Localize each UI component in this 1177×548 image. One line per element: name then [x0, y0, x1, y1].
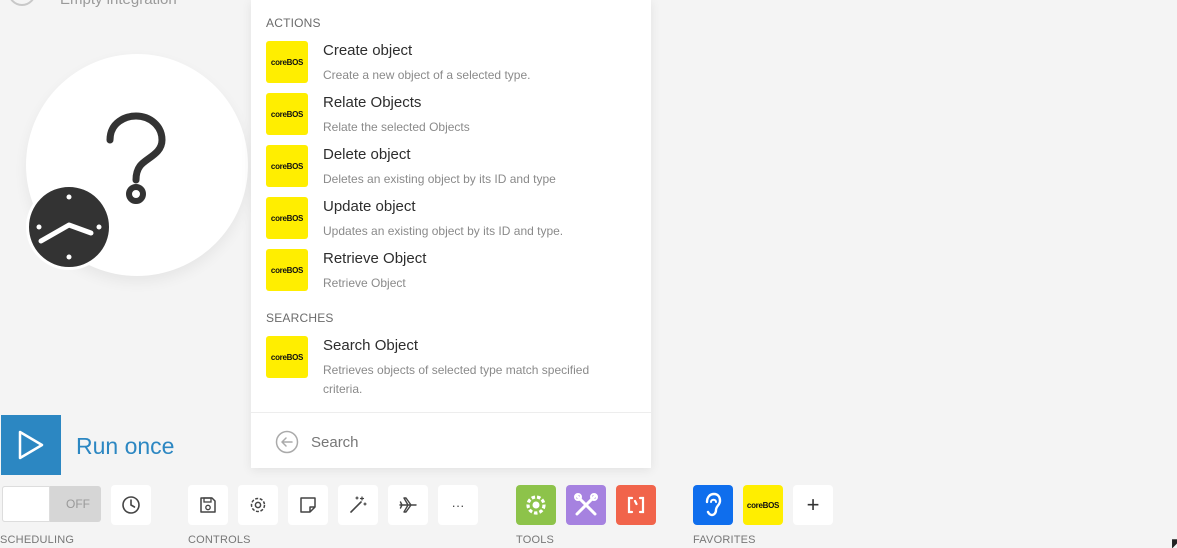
webhooks-button[interactable] [693, 485, 733, 525]
item-title: Create object [323, 42, 413, 59]
item-title: Delete object [323, 146, 411, 163]
corebos-logo: coreBOS [266, 41, 308, 83]
tools-icon [574, 493, 598, 516]
scenario-settings-button[interactable] [238, 485, 278, 525]
module-picker: ACTIONS coreBOS Create object Create a n… [251, 0, 651, 468]
tools-label: TOOLS [516, 534, 555, 546]
item-desc: Retrieve Object [323, 276, 406, 290]
item-title: Retrieve Object [323, 250, 427, 267]
text-parser-button[interactable] [616, 485, 656, 525]
action-update-object[interactable]: coreBOS Update object Updates an existin… [266, 196, 636, 248]
search-search-object[interactable]: coreBOS Search Object Retrieves objects … [266, 335, 636, 401]
favorites-label: FAVORITES [693, 534, 756, 546]
controls-label: CONTROLS [188, 534, 251, 546]
action-create-object[interactable]: coreBOS Create object Create a new objec… [266, 40, 636, 92]
ear-icon [705, 492, 722, 517]
more-icon: ··· [451, 497, 465, 513]
section-title-searches: SEARCHES [266, 311, 334, 325]
corebos-favorite-button[interactable]: coreBOS [743, 485, 783, 525]
magic-wand-icon [350, 496, 367, 513]
corebos-logo: coreBOS [746, 500, 780, 510]
corebos-logo: coreBOS [266, 336, 308, 378]
play-icon [18, 430, 44, 460]
save-icon [200, 497, 216, 513]
action-delete-object[interactable]: coreBOS Delete object Deletes an existin… [266, 144, 636, 196]
scenario-icon [8, 0, 36, 6]
airplane-icon [399, 497, 417, 513]
run-once-button[interactable] [1, 415, 61, 475]
item-desc: Retrieves objects of selected type match… [323, 363, 590, 396]
auto-align-button[interactable] [338, 485, 378, 525]
action-relate-objects[interactable]: coreBOS Relate Objects Relate the select… [266, 92, 636, 144]
arrow-left-circle-icon[interactable] [275, 430, 299, 454]
item-desc: Create a new object of a selected type. [323, 68, 531, 82]
item-desc: Updates an existing object by its ID and… [323, 224, 564, 238]
toggle-knob [2, 486, 50, 522]
schedule-settings-button[interactable] [111, 485, 151, 525]
corebos-logo: coreBOS [266, 197, 308, 239]
mouse-cursor-icon: ◤ [1172, 536, 1177, 548]
section-title-actions: ACTIONS [266, 16, 321, 30]
more-controls-button[interactable]: ··· [438, 485, 478, 525]
plus-icon: + [806, 492, 820, 517]
flow-control-button[interactable] [516, 485, 556, 525]
clock-icon[interactable] [26, 184, 112, 270]
notes-button[interactable] [288, 485, 328, 525]
add-favorite-button[interactable]: + [793, 485, 833, 525]
corebos-logo: coreBOS [266, 145, 308, 187]
item-title: Update object [323, 198, 416, 215]
corebos-logo: coreBOS [266, 93, 308, 135]
gear-icon [526, 495, 546, 515]
tools-button[interactable] [566, 485, 606, 525]
item-title: Relate Objects [323, 94, 422, 111]
gear-icon [250, 497, 266, 513]
scenario-title[interactable]: Empty integration [60, 0, 177, 8]
explain-flow-button[interactable] [388, 485, 428, 525]
search-input[interactable] [311, 428, 631, 456]
clock-icon [122, 496, 140, 514]
note-icon [300, 497, 316, 513]
scheduling-label: SCHEDULING [0, 534, 75, 546]
question-mark-icon [106, 112, 166, 204]
save-button[interactable] [188, 485, 228, 525]
menu-divider [251, 412, 651, 413]
scheduling-toggle[interactable]: OFF [2, 486, 101, 522]
item-desc: Deletes an existing object by its ID and… [323, 172, 556, 186]
run-once-label[interactable]: Run once [76, 433, 174, 460]
item-desc: Relate the selected Objects [323, 120, 470, 134]
bracket-icon [627, 496, 645, 514]
corebos-logo: coreBOS [266, 249, 308, 291]
action-retrieve-object[interactable]: coreBOS Retrieve Object Retrieve Object [266, 248, 636, 300]
item-title: Search Object [323, 337, 419, 354]
toggle-state: OFF [66, 497, 90, 511]
